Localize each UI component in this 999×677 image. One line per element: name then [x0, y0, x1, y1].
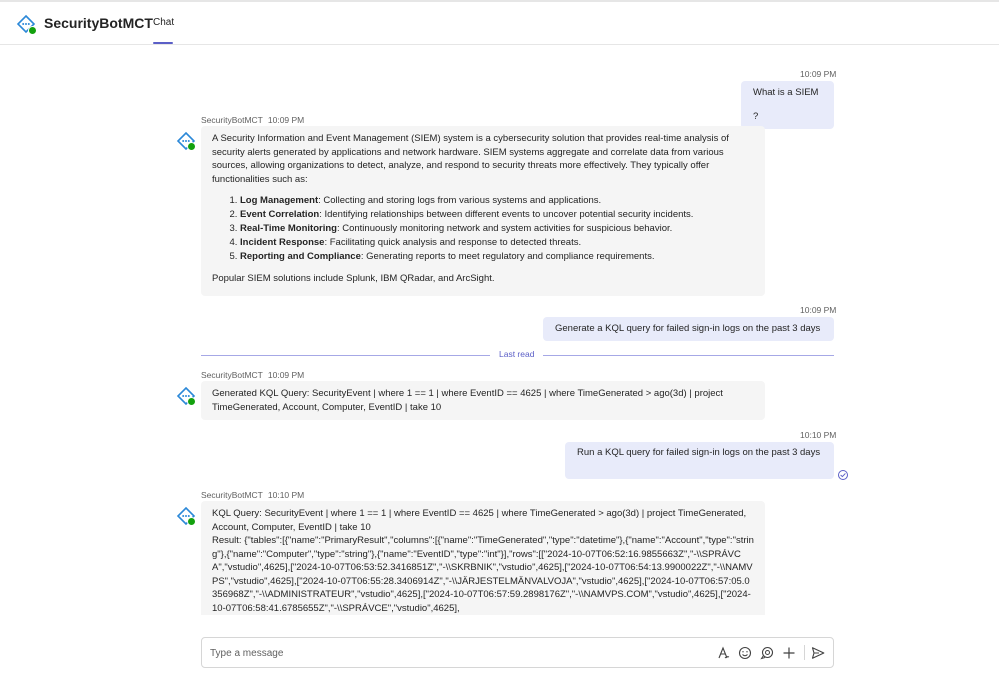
message-text: Popular SIEM solutions include Splunk, I… [212, 273, 495, 284]
message-timestamp: 10:09 PM [267, 370, 305, 380]
tab-chat[interactable]: Chat [153, 17, 174, 28]
list-item: Incident Response: Facilitating quick an… [240, 236, 754, 250]
user-message[interactable]: Run a KQL query for failed sign-in logs … [565, 442, 834, 479]
loop-icon[interactable] [760, 646, 774, 660]
message-timestamp: 10:09 PM [800, 69, 837, 79]
message-result: Result: {"tables":[{"name":"PrimaryResul… [212, 535, 754, 614]
bot-message[interactable]: A Security Information and Event Managem… [201, 126, 765, 296]
presence-available-icon [187, 142, 196, 151]
sender-name: SecurityBotMCT [201, 370, 263, 380]
sender-name: SecurityBotMCT [201, 115, 263, 125]
presence-available-icon [187, 517, 196, 526]
sender-name: SecurityBotMCT [201, 490, 263, 500]
presence-available-icon [28, 26, 37, 35]
bot-message-header: SecurityBotMCT 10:09 PM [201, 115, 304, 125]
message-text: Generated KQL Query: SecurityEvent | whe… [212, 388, 723, 413]
bot-message-header: SecurityBotMCT 10:09 PM [201, 370, 304, 380]
app-header: SecurityBotMCT Chat [0, 0, 999, 45]
list-item: Reporting and Compliance: Generating rep… [240, 250, 754, 264]
app-title: SecurityBotMCT [44, 15, 153, 31]
emoji-icon[interactable] [738, 646, 752, 660]
message-text: KQL Query: SecurityEvent | where 1 == 1 … [212, 508, 747, 533]
message-text: A Security Information and Event Managem… [212, 133, 729, 185]
message-timestamp: 10:09 PM [800, 305, 837, 315]
message-text: Run a KQL query for failed sign-in logs … [577, 447, 821, 458]
read-receipt-icon [838, 470, 848, 480]
list-item: Log Management: Collecting and storing l… [240, 194, 754, 208]
list-item: Real-Time Monitoring: Continuously monit… [240, 222, 754, 236]
message-timestamp: 10:09 PM [267, 115, 305, 125]
feature-list: Log Management: Collecting and storing l… [240, 194, 754, 264]
user-message[interactable]: Generate a KQL query for failed sign-in … [543, 317, 834, 341]
bot-message[interactable]: Generated KQL Query: SecurityEvent | whe… [201, 381, 765, 420]
user-message[interactable]: What is a SIEM ? [741, 81, 834, 129]
message-timestamp: 10:10 PM [267, 490, 305, 500]
list-item: Event Correlation: Identifying relations… [240, 208, 754, 222]
compose-divider [804, 645, 805, 660]
message-timestamp: 10:10 PM [800, 430, 837, 440]
last-read-label: Last read [490, 349, 544, 359]
presence-available-icon [187, 397, 196, 406]
bot-message-header: SecurityBotMCT 10:10 PM [201, 490, 304, 500]
message-input[interactable] [210, 644, 690, 662]
format-icon[interactable] [716, 646, 730, 660]
send-icon[interactable] [811, 646, 825, 660]
tab-chat-active-indicator [153, 42, 173, 44]
plus-icon[interactable] [782, 646, 796, 660]
